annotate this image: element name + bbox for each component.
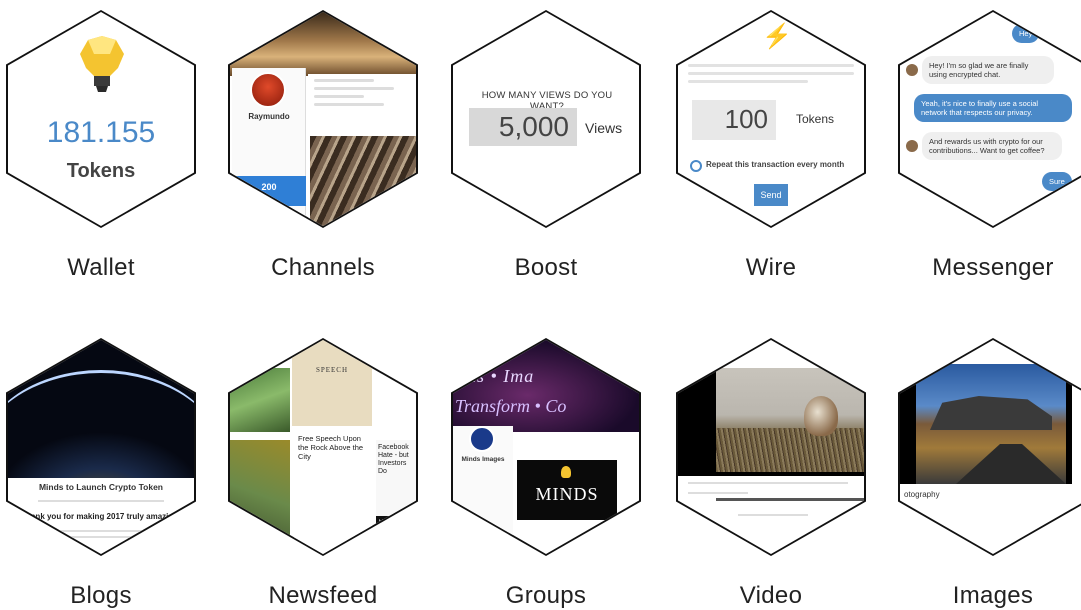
feature-label-messenger: Messenger [932,254,1054,281]
feature-label-wallet: Wallet [67,254,135,281]
wire-send-button: Send [754,184,788,206]
wire-repeat-label: Repeat this transaction every month [706,160,845,169]
image-viewer [900,364,1072,484]
feature-label-newsfeed: Newsfeed [268,582,378,609]
video-progress-bar [716,498,864,501]
channel-post-photo [310,136,416,226]
image-side-panel [1072,360,1081,520]
images-preview: otography [900,340,1081,554]
wallet-unit: Tokens [66,160,136,182]
feature-label-channels: Channels [271,254,375,281]
video-preview [678,340,864,554]
feature-blogs[interactable]: Minds to Launch Crypto Token Thank you f… [6,338,196,610]
feature-label-video: Video [739,582,803,609]
lightbulb-icon [561,466,571,478]
newsfeed-preview: SPEECH Free Speech Upon the Rock Above t… [230,340,416,554]
wire-unit: Tokens [796,112,835,126]
chat-message: Hey [1012,24,1040,43]
boost-views-unit: Views [585,120,623,136]
groups-preview: nds • Ima Transform • Co Minds Images MI… [453,340,639,554]
chat-message: Hey! I'm so glad we are finally using en… [922,56,1054,84]
group-sidebar: Minds Images [453,426,513,554]
avatar [906,64,918,76]
feature-label-images: Images [952,582,1034,609]
channels-preview: Raymundo 200 [230,12,416,226]
feature-label-boost: Boost [514,254,578,281]
chat-message: And rewards us with crypto for our contr… [922,132,1062,160]
feed-side-post: Facebook Hate - but Investors Do [376,440,416,554]
bird-image [804,396,838,436]
feature-messenger[interactable]: Hey Hey! I'm so glad we are finally usin… [898,10,1081,310]
feature-label-wire: Wire [745,254,797,281]
video-player [678,368,864,501]
feed-post-title: Free Speech Upon the Rock Above the City [298,434,364,461]
blog-title: Minds to Launch Crypto Token [38,482,164,492]
minds-logo-image: MINDS [517,460,617,520]
avatar [250,72,286,108]
feature-newsfeed[interactable]: SPEECH Free Speech Upon the Rock Above t… [228,338,418,610]
channel-sidebar: Raymundo 200 [232,68,306,226]
boost-preview: HOW MANY VIEWS DO YOU WANT? 5,000 Views [453,12,639,226]
image-caption: otography [904,490,940,499]
channel-banner [230,12,416,76]
blog-cover-image [8,340,194,478]
feature-label-groups: Groups [505,582,587,609]
feature-wallet[interactable]: 181.155 Tokens Wallet [6,10,196,310]
feature-channels[interactable]: Raymundo 200 Channels [228,10,418,310]
feature-video[interactable]: Video [676,338,866,610]
group-banner: nds • Ima Transform • Co [453,340,639,432]
feed-book-image: SPEECH [292,340,372,426]
feature-boost[interactable]: HOW MANY VIEWS DO YOU WANT? 5,000 Views … [451,10,641,310]
messenger-preview: Hey Hey! I'm so glad we are finally usin… [900,12,1081,226]
avatar [469,426,495,452]
wire-amount-input: 100 [692,100,776,140]
feed-photo [230,368,290,432]
wallet-preview: 181.155 Tokens [8,12,194,226]
blog-subtitle: Thank you for making 2017 truly amazing! [21,512,181,521]
chat-message: Yeah, it's nice to finally use a social … [914,94,1072,122]
group-post [517,432,637,458]
boost-views-input: 5,000 [469,108,577,146]
chat-message: Sure [1042,172,1072,191]
lightning-bolt-icon: ⚡ [762,23,792,50]
feature-groups[interactable]: nds • Ima Transform • Co Minds Images MI… [451,338,641,610]
blogs-preview: Minds to Launch Crypto Token Thank you f… [8,340,194,554]
feature-images[interactable]: otography Images [898,338,1081,610]
avatar [906,140,918,152]
feed-post: Free Speech Upon the Rock Above the City [294,430,372,554]
group-name: Minds Images [461,456,505,463]
feed-photo [230,440,290,550]
channel-name: Raymundo [248,112,290,121]
feature-label-blogs: Blogs [70,582,132,609]
wallet-amount: 181.155 [46,116,156,149]
feature-wire[interactable]: ⚡ 100 Tokens Repeat this transaction eve… [676,10,866,310]
wire-preview: ⚡ 100 Tokens Repeat this transaction eve… [678,12,864,226]
check-circle-icon [690,160,702,172]
lightbulb-icon [80,36,124,92]
